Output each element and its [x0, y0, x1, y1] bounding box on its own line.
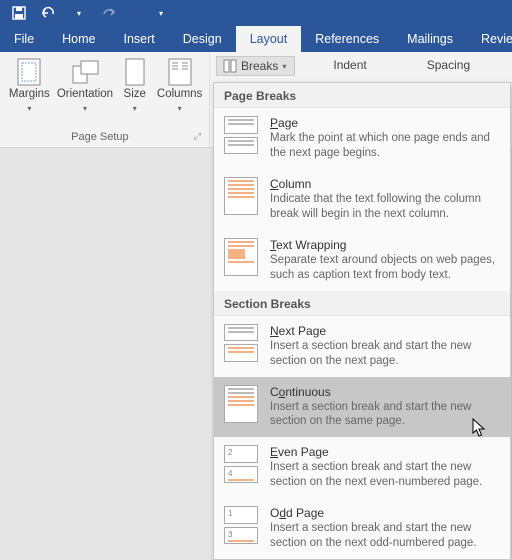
- chevron-down-icon: ▾: [83, 104, 87, 113]
- group-page-setup: Margins ▾ Orientation ▾ Size ▾ Columns ▾…: [0, 52, 210, 147]
- next-page-break-icon: [224, 324, 258, 362]
- tab-home[interactable]: Home: [48, 26, 109, 52]
- save-button[interactable]: [6, 2, 32, 24]
- column-break-icon: [224, 177, 258, 215]
- continuous-break-icon: [224, 385, 258, 423]
- spacing-label: Spacing: [427, 58, 470, 72]
- odd-page-break-icon: 1 3: [224, 506, 258, 544]
- tab-file[interactable]: File: [0, 26, 48, 52]
- chevron-down-icon: ▾: [282, 62, 286, 71]
- indent-label: Indent: [333, 58, 366, 72]
- section-header-section-breaks: Section Breaks: [214, 291, 510, 316]
- orientation-icon: [71, 58, 99, 86]
- tab-insert[interactable]: Insert: [110, 26, 169, 52]
- menu-item-even-page[interactable]: 2 4 Even Page Insert a section break and…: [214, 437, 510, 498]
- margins-button[interactable]: Margins ▾: [6, 56, 53, 113]
- qat-customize-button[interactable]: ▾: [148, 3, 174, 25]
- menu-item-text-wrapping[interactable]: Text Wrapping Separate text around objec…: [214, 230, 510, 291]
- tab-mailings[interactable]: Mailings: [393, 26, 467, 52]
- menu-item-next-page[interactable]: Next Page Insert a section break and sta…: [214, 316, 510, 377]
- margins-icon: [15, 58, 43, 86]
- menu-item-page[interactable]: Page Mark the point at which one page en…: [214, 108, 510, 169]
- dialog-launcher-icon[interactable]: ⤢: [194, 131, 203, 142]
- menu-item-column[interactable]: Column Indicate that the text following …: [214, 169, 510, 230]
- columns-icon: [166, 58, 194, 86]
- redo-button[interactable]: [96, 2, 122, 24]
- text-wrapping-break-icon: [224, 238, 258, 276]
- tab-review[interactable]: Revie: [467, 26, 512, 52]
- undo-dropdown[interactable]: ▾: [66, 3, 92, 25]
- breaks-dropdown-menu: Page Breaks Page Mark the point at which…: [213, 82, 511, 560]
- quick-access-toolbar: ▾ ▾: [0, 0, 512, 26]
- section-header-page-breaks: Page Breaks: [214, 83, 510, 108]
- size-icon: [121, 58, 149, 86]
- size-button[interactable]: Size ▾: [117, 56, 152, 113]
- breaks-icon: [223, 59, 237, 73]
- chevron-down-icon: ▾: [133, 104, 137, 113]
- menu-item-continuous[interactable]: Continuous Insert a section break and st…: [214, 377, 510, 438]
- tab-layout[interactable]: Layout: [236, 26, 302, 52]
- breaks-dropdown-button[interactable]: Breaks ▾: [216, 56, 295, 76]
- tab-references[interactable]: References: [301, 26, 393, 52]
- mouse-cursor-icon: [472, 418, 486, 438]
- orientation-button[interactable]: Orientation ▾: [57, 56, 113, 113]
- undo-button[interactable]: [36, 2, 62, 24]
- chevron-down-icon: ▾: [178, 104, 182, 113]
- page-break-icon: [224, 116, 258, 154]
- group-label-page-setup: Page Setup⤢: [6, 130, 203, 145]
- tab-design[interactable]: Design: [169, 26, 236, 52]
- chevron-down-icon: ▾: [27, 104, 31, 113]
- columns-button[interactable]: Columns ▾: [156, 56, 203, 113]
- ribbon-tabs: File Home Insert Design Layout Reference…: [0, 26, 512, 52]
- even-page-break-icon: 2 4: [224, 445, 258, 483]
